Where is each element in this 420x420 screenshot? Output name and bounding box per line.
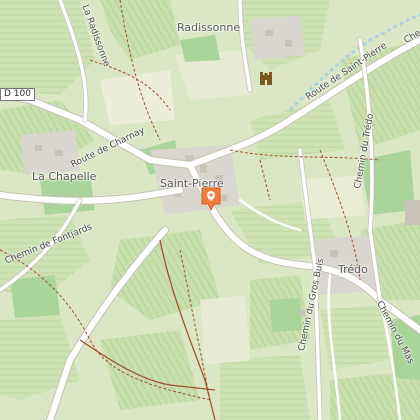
place-label-tredo: Trédo [338, 263, 368, 276]
place-label-la-chapelle: La Chapelle [32, 170, 97, 183]
road-shield-d100: D 100 [0, 88, 35, 101]
place-label-radissonne: Radissonne [177, 21, 241, 34]
map-view[interactable]: D 100 Radissonne La Chapelle Saint-Pierr… [0, 0, 420, 420]
castle-icon[interactable] [258, 70, 274, 86]
location-pin-icon[interactable] [200, 186, 222, 212]
